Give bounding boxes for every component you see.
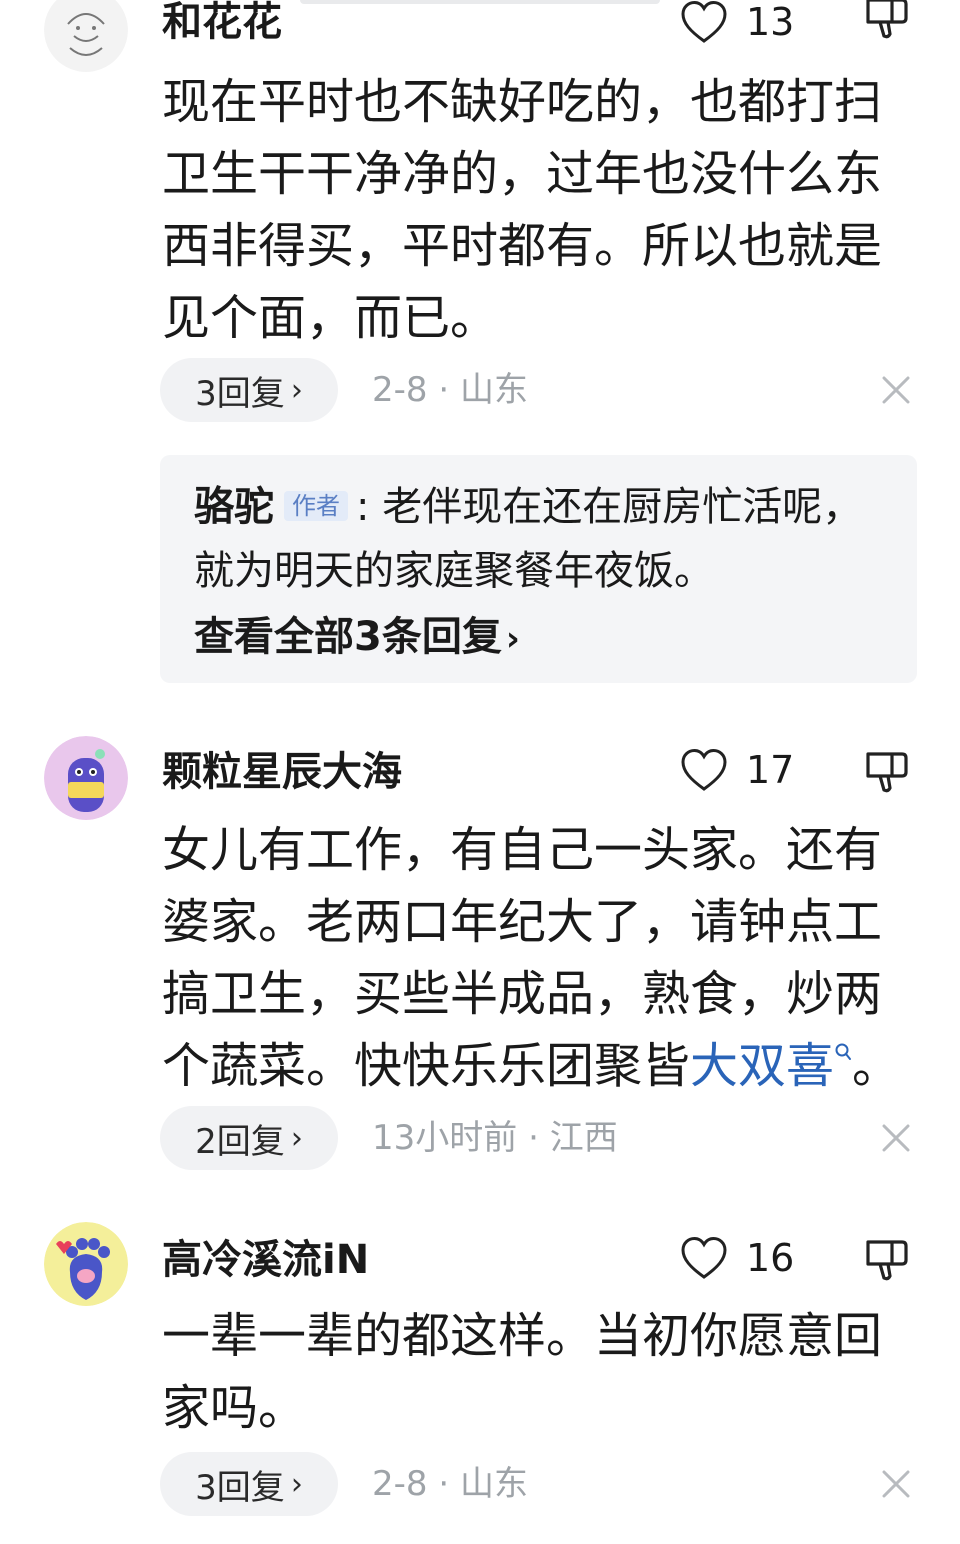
comment-text: 现在平时也不缺好吃的，也都打扫卫生干干净净的，过年也没什么东西非得买，平时都有。…: [162, 74, 883, 346]
comment-text: 一辈一辈的都这样。当初你愿意回家吗。: [162, 1308, 883, 1436]
comment-location: 江西: [549, 1118, 618, 1158]
comment-date: 2-8: [372, 1464, 428, 1504]
username[interactable]: 颗粒星辰大海: [162, 746, 402, 798]
thumbs-down-icon[interactable]: [862, 0, 910, 42]
sub-reply-box[interactable]: 骆驼 作者: 老伴现在还在厨房忙活呢，就为明天的家庭聚餐年夜饭。 查看全部3条回复…: [160, 455, 917, 683]
meta-separator: ·: [438, 1464, 450, 1504]
meta-separator: ·: [438, 370, 450, 410]
like-count: 13: [746, 0, 795, 44]
thumbs-down-icon[interactable]: [862, 1236, 910, 1284]
like-count: 16: [746, 1236, 795, 1280]
close-icon[interactable]: [878, 372, 914, 408]
like-count: 17: [746, 748, 795, 792]
keyword-link[interactable]: 大双喜: [690, 1038, 834, 1094]
replies-button[interactable]: 3回复 ›: [160, 358, 338, 422]
replies-label: 3回复: [195, 373, 285, 414]
like-button[interactable]: 16: [680, 1232, 794, 1284]
search-icon[interactable]: [834, 1042, 852, 1064]
replies-label: 2回复: [195, 1121, 285, 1162]
comment-meta: 2-8 · 山东: [372, 358, 528, 422]
like-button[interactable]: 17: [680, 744, 794, 796]
top-divider: [300, 0, 660, 4]
comment-text: 女儿有工作，有自己一头家。还有婆家。老两口年纪大了，请钟点工搞卫生，买些半成品，…: [162, 814, 902, 1102]
paw-avatar-icon: [44, 1222, 128, 1306]
chevron-right-icon: ›: [290, 372, 303, 408]
replies-button[interactable]: 2回复 ›: [160, 1106, 338, 1170]
comment-date: 13小时前: [372, 1118, 518, 1158]
meta-separator: ·: [528, 1118, 539, 1158]
purple-mascot-avatar-icon: [44, 736, 128, 820]
close-icon[interactable]: [878, 1466, 914, 1502]
cat-sketch-avatar-icon: [44, 0, 128, 72]
thumbs-down-icon[interactable]: [862, 748, 910, 796]
heart-outline-icon: [681, 748, 727, 791]
comment-meta: 13小时前 · 江西: [372, 1106, 618, 1170]
comment-date: 2-8: [372, 370, 428, 410]
replies-label: 3回复: [195, 1467, 285, 1508]
avatar[interactable]: [44, 1222, 128, 1306]
username[interactable]: 和花花: [162, 0, 282, 48]
comment-meta: 2-8 · 山东: [372, 1452, 528, 1516]
comment-location: 山东: [459, 370, 528, 410]
comment-text-end: 。: [852, 1038, 901, 1094]
comment-location: 山东: [459, 1464, 528, 1504]
sub-reply: 骆驼 作者: 老伴现在还在厨房忙活呢，就为明天的家庭聚餐年夜饭。: [194, 475, 884, 603]
chevron-right-icon: ›: [290, 1466, 303, 1502]
username[interactable]: 高冷溪流iN: [162, 1234, 369, 1286]
avatar[interactable]: [44, 0, 128, 72]
heart-outline-icon: [681, 0, 727, 43]
replies-button[interactable]: 3回复 ›: [160, 1452, 338, 1516]
heart-outline-icon: [681, 1236, 727, 1279]
view-all-replies-link[interactable]: 查看全部3条回复 ›: [194, 605, 520, 671]
sub-reply-author[interactable]: 骆驼: [194, 484, 274, 530]
chevron-right-icon: ›: [290, 1120, 303, 1156]
author-badge: 作者: [284, 491, 348, 521]
avatar[interactable]: [44, 736, 128, 820]
chevron-right-icon: ›: [505, 619, 520, 659]
close-icon[interactable]: [878, 1120, 914, 1156]
like-button[interactable]: 13: [680, 0, 794, 48]
view-all-label: 查看全部3条回复: [194, 614, 502, 660]
sub-reply-separator: :: [356, 484, 370, 530]
